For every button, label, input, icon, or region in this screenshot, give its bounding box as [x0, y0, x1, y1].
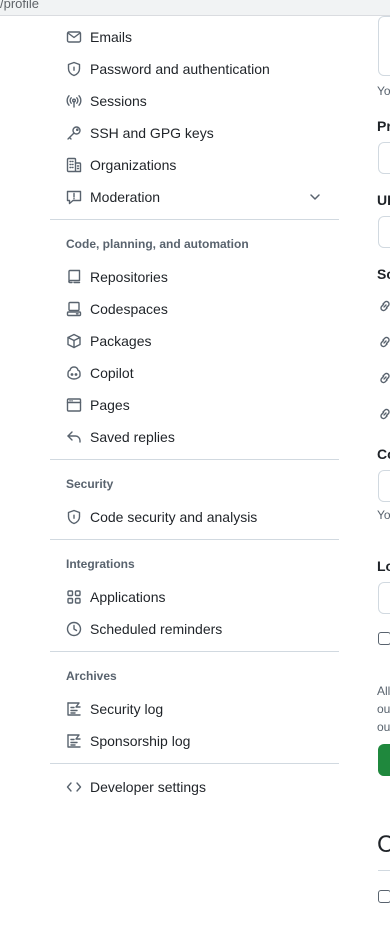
- sidebar-item-label: Emails: [90, 29, 133, 45]
- apps-icon: [66, 589, 82, 605]
- field-label: Sc: [377, 266, 390, 282]
- sidebar-item-label: Developer settings: [90, 779, 206, 795]
- link-icon: [377, 298, 390, 314]
- sidebar-item-password-and-authentication[interactable]: Password and authentication: [50, 53, 339, 85]
- sidebar-item-label: Applications: [90, 589, 166, 605]
- field-label: Lo: [377, 558, 390, 574]
- checkbox[interactable]: [378, 632, 390, 645]
- sidebar-item-applications[interactable]: Applications: [50, 581, 339, 613]
- sidebar-item-saved-replies[interactable]: Saved replies: [50, 421, 339, 453]
- browser-icon: [66, 397, 82, 413]
- text-input[interactable]: [378, 216, 390, 248]
- notice-text: ou: [377, 720, 390, 734]
- sidebar-divider: [50, 219, 339, 220]
- link-icon: [377, 334, 390, 350]
- settings-sidebar: Emails Password and authentication Sessi…: [50, 21, 339, 803]
- shield-lock-icon: [66, 509, 82, 525]
- link-icon: [377, 370, 390, 386]
- sidebar-item-label: Copilot: [90, 365, 134, 381]
- sidebar-item-ssh-and-gpg-keys[interactable]: SSH and GPG keys: [50, 117, 339, 149]
- broadcast-icon: [66, 93, 82, 109]
- sidebar-item-label: Password and authentication: [90, 61, 270, 77]
- checkbox[interactable]: [378, 890, 390, 903]
- sidebar-divider: [50, 651, 339, 652]
- sidebar-group-heading: Security: [66, 477, 114, 491]
- sidebar-item-label: Repositories: [90, 269, 168, 285]
- bio-textarea[interactable]: [378, 16, 390, 76]
- sidebar-item-label: Saved replies: [90, 429, 175, 445]
- sidebar-divider: [50, 763, 339, 764]
- profile-form-panel: Yo Pr UI Sc Co Yo Lo All ou ou C: [376, 0, 390, 929]
- sidebar-divider: [50, 539, 339, 540]
- link-icon: [377, 406, 390, 422]
- reply-icon: [66, 429, 82, 445]
- bio-help-text: Yo: [377, 84, 390, 98]
- sidebar-item-label: SSH and GPG keys: [90, 125, 214, 141]
- text-input[interactable]: [378, 470, 390, 502]
- sidebar-item-sessions[interactable]: Sessions: [50, 85, 339, 117]
- sidebar-item-codespaces[interactable]: Codespaces: [50, 293, 339, 325]
- url-text: /profile: [0, 0, 40, 11]
- notice-text: ou: [377, 702, 390, 716]
- log-icon: [66, 701, 82, 717]
- clock-icon: [66, 621, 82, 637]
- sidebar-item-organizations[interactable]: Organizations: [50, 149, 339, 181]
- help-text: Yo: [377, 508, 390, 522]
- sidebar-item-label: Moderation: [90, 189, 161, 205]
- sidebar-item-label: Packages: [90, 333, 152, 349]
- mail-icon: [66, 29, 82, 45]
- section-divider: [378, 870, 390, 871]
- shield-lock-icon: [66, 61, 82, 77]
- sidebar-item-label: Codespaces: [90, 301, 168, 317]
- sidebar-item-code-security-and-analysis[interactable]: Code security and analysis: [50, 501, 339, 533]
- sidebar-item-label: Sponsorship log: [90, 733, 191, 749]
- sidebar-item-moderation[interactable]: Moderation: [50, 181, 339, 213]
- field-label: UI: [377, 192, 390, 208]
- field-label: Pr: [377, 118, 390, 134]
- sidebar-item-developer-settings[interactable]: Developer settings: [50, 771, 339, 803]
- key-icon: [66, 125, 82, 141]
- sidebar-item-emails[interactable]: Emails: [50, 21, 339, 53]
- chevron-down-icon[interactable]: [307, 189, 323, 205]
- log-icon: [66, 733, 82, 749]
- repo-icon: [66, 269, 82, 285]
- sidebar-item-security-log[interactable]: Security log: [50, 693, 339, 725]
- sidebar-item-label: Organizations: [90, 157, 177, 173]
- text-input[interactable]: [378, 582, 390, 614]
- codespaces-icon: [66, 301, 82, 317]
- sidebar-group-heading: Archives: [66, 669, 117, 683]
- field-label: Co: [377, 446, 390, 462]
- sidebar-item-scheduled-reminders[interactable]: Scheduled reminders: [50, 613, 339, 645]
- sidebar-group-heading: Integrations: [66, 557, 135, 571]
- sidebar-item-packages[interactable]: Packages: [50, 325, 339, 357]
- sidebar-group-heading: Code, planning, and automation: [66, 237, 249, 251]
- sidebar-item-pages[interactable]: Pages: [50, 389, 339, 421]
- sidebar-item-label: Scheduled reminders: [90, 621, 223, 637]
- sidebar-item-label: Sessions: [90, 93, 147, 109]
- sidebar-item-label: Code security and analysis: [90, 509, 258, 525]
- sidebar-divider: [50, 459, 339, 460]
- sidebar-item-sponsorship-log[interactable]: Sponsorship log: [50, 725, 339, 757]
- code-icon: [66, 779, 82, 795]
- update-profile-button[interactable]: [378, 744, 390, 776]
- section-heading: C: [377, 831, 390, 858]
- package-icon: [66, 333, 82, 349]
- sidebar-item-copilot[interactable]: Copilot: [50, 357, 339, 389]
- report-icon: [66, 189, 82, 205]
- text-input[interactable]: [378, 142, 390, 174]
- sidebar-item-label: Pages: [90, 397, 130, 413]
- copilot-icon: [66, 365, 82, 381]
- sidebar-item-repositories[interactable]: Repositories: [50, 261, 339, 293]
- browser-url-bar[interactable]: /profile: [0, 0, 390, 16]
- notice-text: All: [377, 684, 390, 698]
- sidebar-item-label: Security log: [90, 701, 164, 717]
- organization-icon: [66, 157, 82, 173]
